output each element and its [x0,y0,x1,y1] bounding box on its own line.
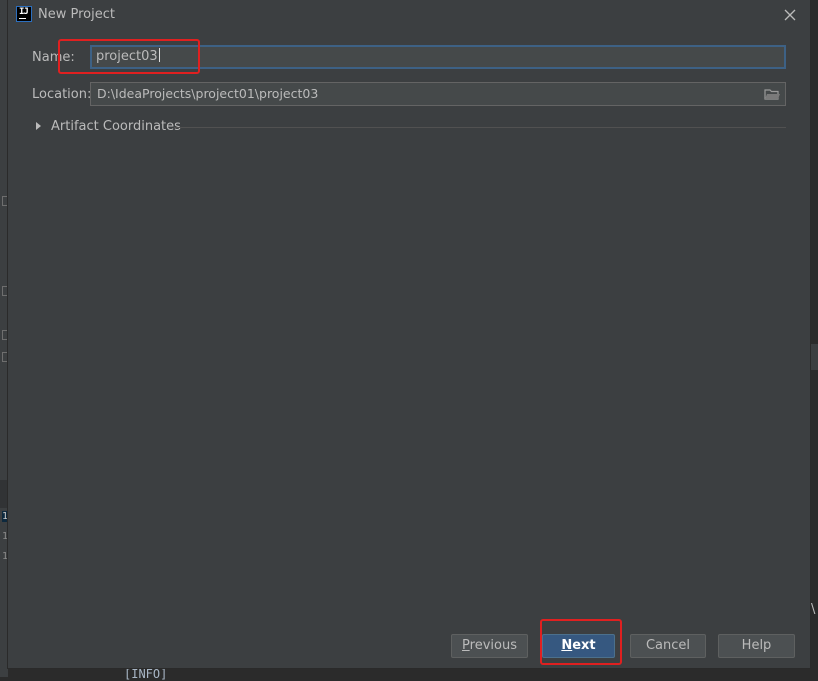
next-button[interactable]: Next [542,634,615,658]
background-right-glyph: \ [811,602,816,617]
folder-icon [764,89,780,100]
previous-mnemonic: P [462,638,470,653]
location-label: Location: [32,87,92,102]
background-band [0,480,8,508]
background-right-band [810,344,818,370]
artifact-coordinates-label: Artifact Coordinates [51,119,181,134]
next-label: ext [572,638,596,653]
name-label: Name: [32,50,75,65]
dialog-titlebar[interactable]: IJ New Project [8,0,810,30]
name-input[interactable] [90,45,786,69]
next-mnemonic: N [561,638,573,653]
dialog-title: New Project [38,7,115,22]
intellij-app-icon: IJ [16,6,32,22]
expand-triangle-icon [36,122,41,130]
previous-label: revious [469,638,517,653]
previous-button[interactable]: Previous [451,634,528,658]
section-divider [174,127,786,128]
background-console-text: [INFO] [124,667,168,681]
close-icon [784,9,796,21]
location-input-value: D:\IdeaProjects\project01\project03 [97,86,319,101]
name-input-value: project03 [96,49,158,64]
cancel-button[interactable]: Cancel [630,634,706,658]
location-input[interactable]: D:\IdeaProjects\project01\project03 [90,82,786,106]
new-project-dialog: IJ New Project Name: project03 Location:… [8,0,810,668]
text-caret [158,48,160,62]
background-right-edge [810,0,818,677]
browse-folder-button[interactable] [763,86,781,102]
close-button[interactable] [780,5,800,25]
help-button[interactable]: Help [718,634,795,658]
background-console [110,668,818,677]
name-input-value-wrap: project03 [96,48,160,66]
